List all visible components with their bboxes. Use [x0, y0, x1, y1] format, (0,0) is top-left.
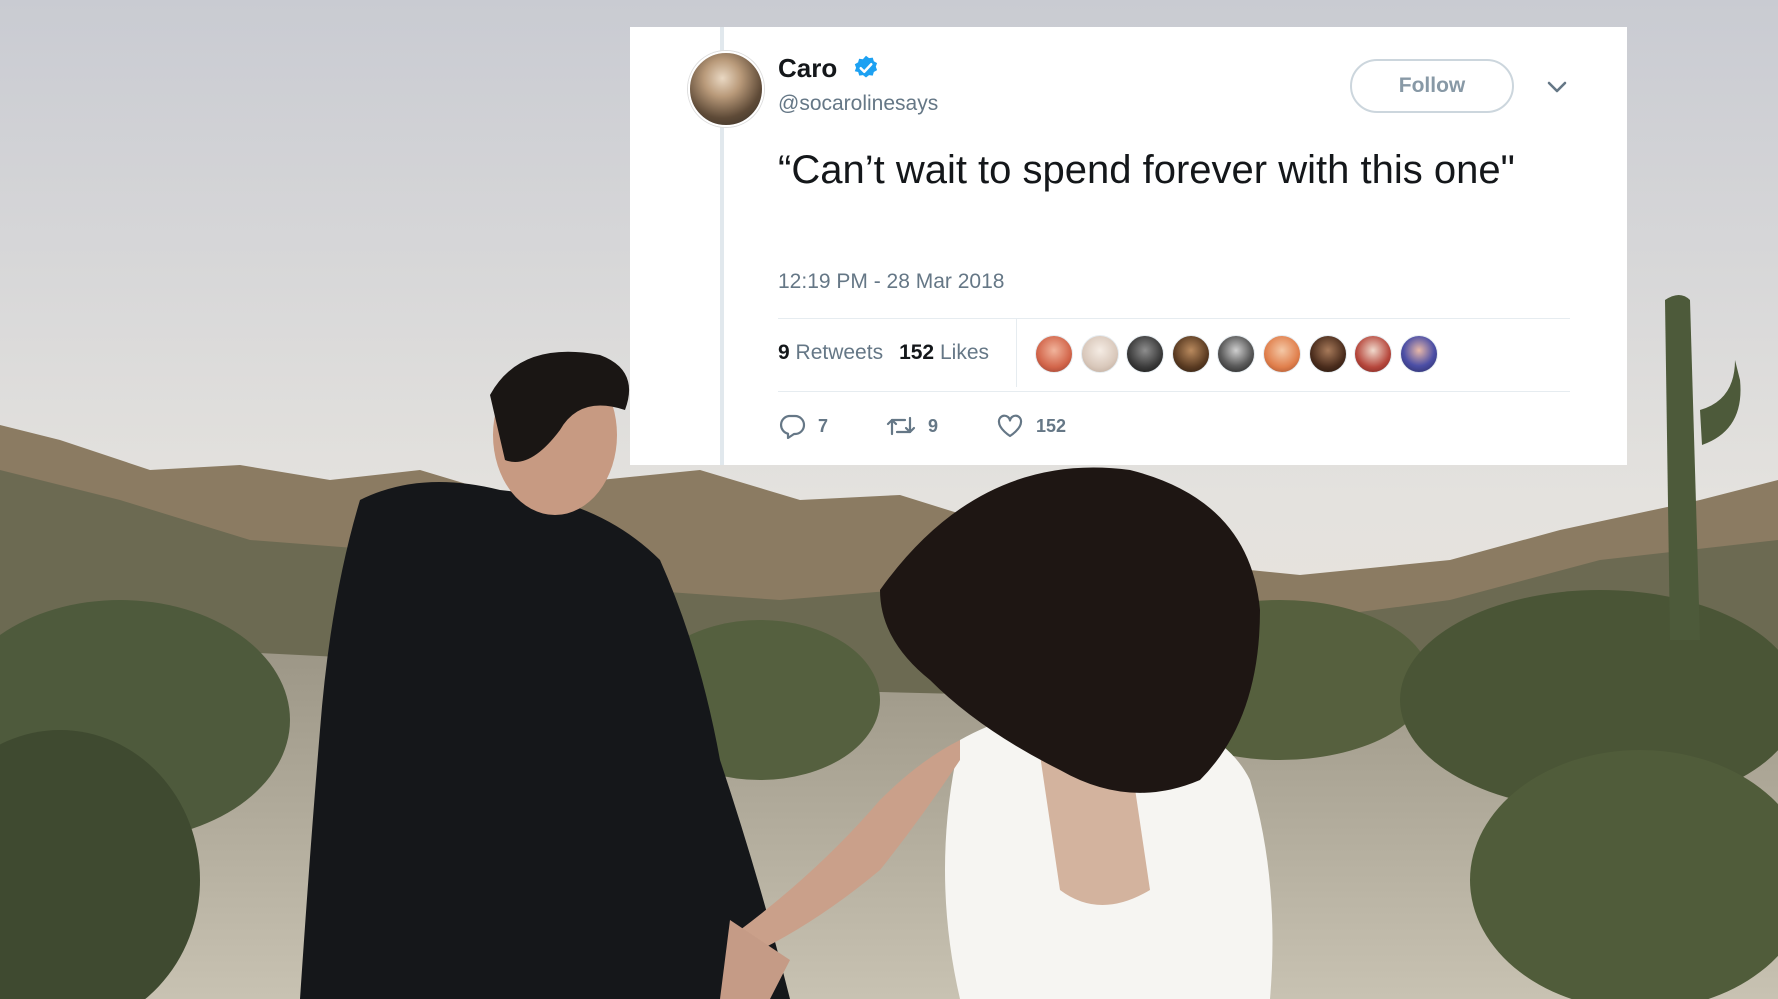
likes-label: Likes	[939, 341, 989, 364]
liker-avatar[interactable]	[1217, 335, 1256, 373]
liker-avatar[interactable]	[1171, 335, 1210, 373]
likes-count: 152	[899, 341, 935, 364]
likes-stat[interactable]: 152 Likes	[899, 341, 989, 365]
retweets-stat[interactable]: 9 Retweets	[778, 341, 883, 365]
reply-icon	[779, 414, 806, 439]
tweet-stats: 9 Retweets 152 Likes	[778, 319, 1005, 387]
retweets-label: Retweets	[795, 341, 884, 364]
tweet-text: “Can’t wait to spend forever with this o…	[778, 148, 1515, 192]
tweet-card: Caro @socarolinesays Follow “Can’t wait …	[630, 27, 1627, 465]
tweet-actions: 7 9 152	[778, 411, 1124, 441]
liker-avatar[interactable]	[1080, 335, 1119, 373]
retweet-action[interactable]: 9	[886, 414, 938, 438]
liker-avatar[interactable]	[1262, 335, 1301, 373]
stats-separator	[1016, 319, 1017, 387]
retweet-count: 9	[928, 415, 939, 436]
heart-icon	[997, 414, 1023, 438]
divider	[778, 391, 1570, 392]
reply-action[interactable]: 7	[778, 413, 828, 439]
user-handle[interactable]: @socarolinesays	[778, 92, 938, 116]
liker-avatar[interactable]	[1035, 335, 1073, 373]
liker-avatar[interactable]	[1308, 335, 1347, 373]
like-action[interactable]: 152	[996, 413, 1066, 439]
chevron-down-icon[interactable]	[1546, 79, 1568, 95]
tweet-timestamp[interactable]: 12:19 PM - 28 Mar 2018	[778, 270, 1004, 294]
avatar[interactable]	[688, 51, 764, 127]
liker-avatar[interactable]	[1354, 335, 1393, 373]
verified-badge-icon	[854, 55, 878, 78]
liker-avatars	[1035, 335, 1445, 373]
retweets-count: 9	[778, 341, 790, 364]
reply-count: 7	[818, 415, 829, 436]
liker-avatar[interactable]	[1399, 335, 1438, 373]
liker-avatar[interactable]	[1126, 335, 1165, 373]
display-name[interactable]: Caro	[778, 53, 837, 84]
follow-button[interactable]: Follow	[1350, 59, 1514, 113]
retweet-icon	[886, 416, 916, 436]
like-count: 152	[1036, 415, 1067, 436]
